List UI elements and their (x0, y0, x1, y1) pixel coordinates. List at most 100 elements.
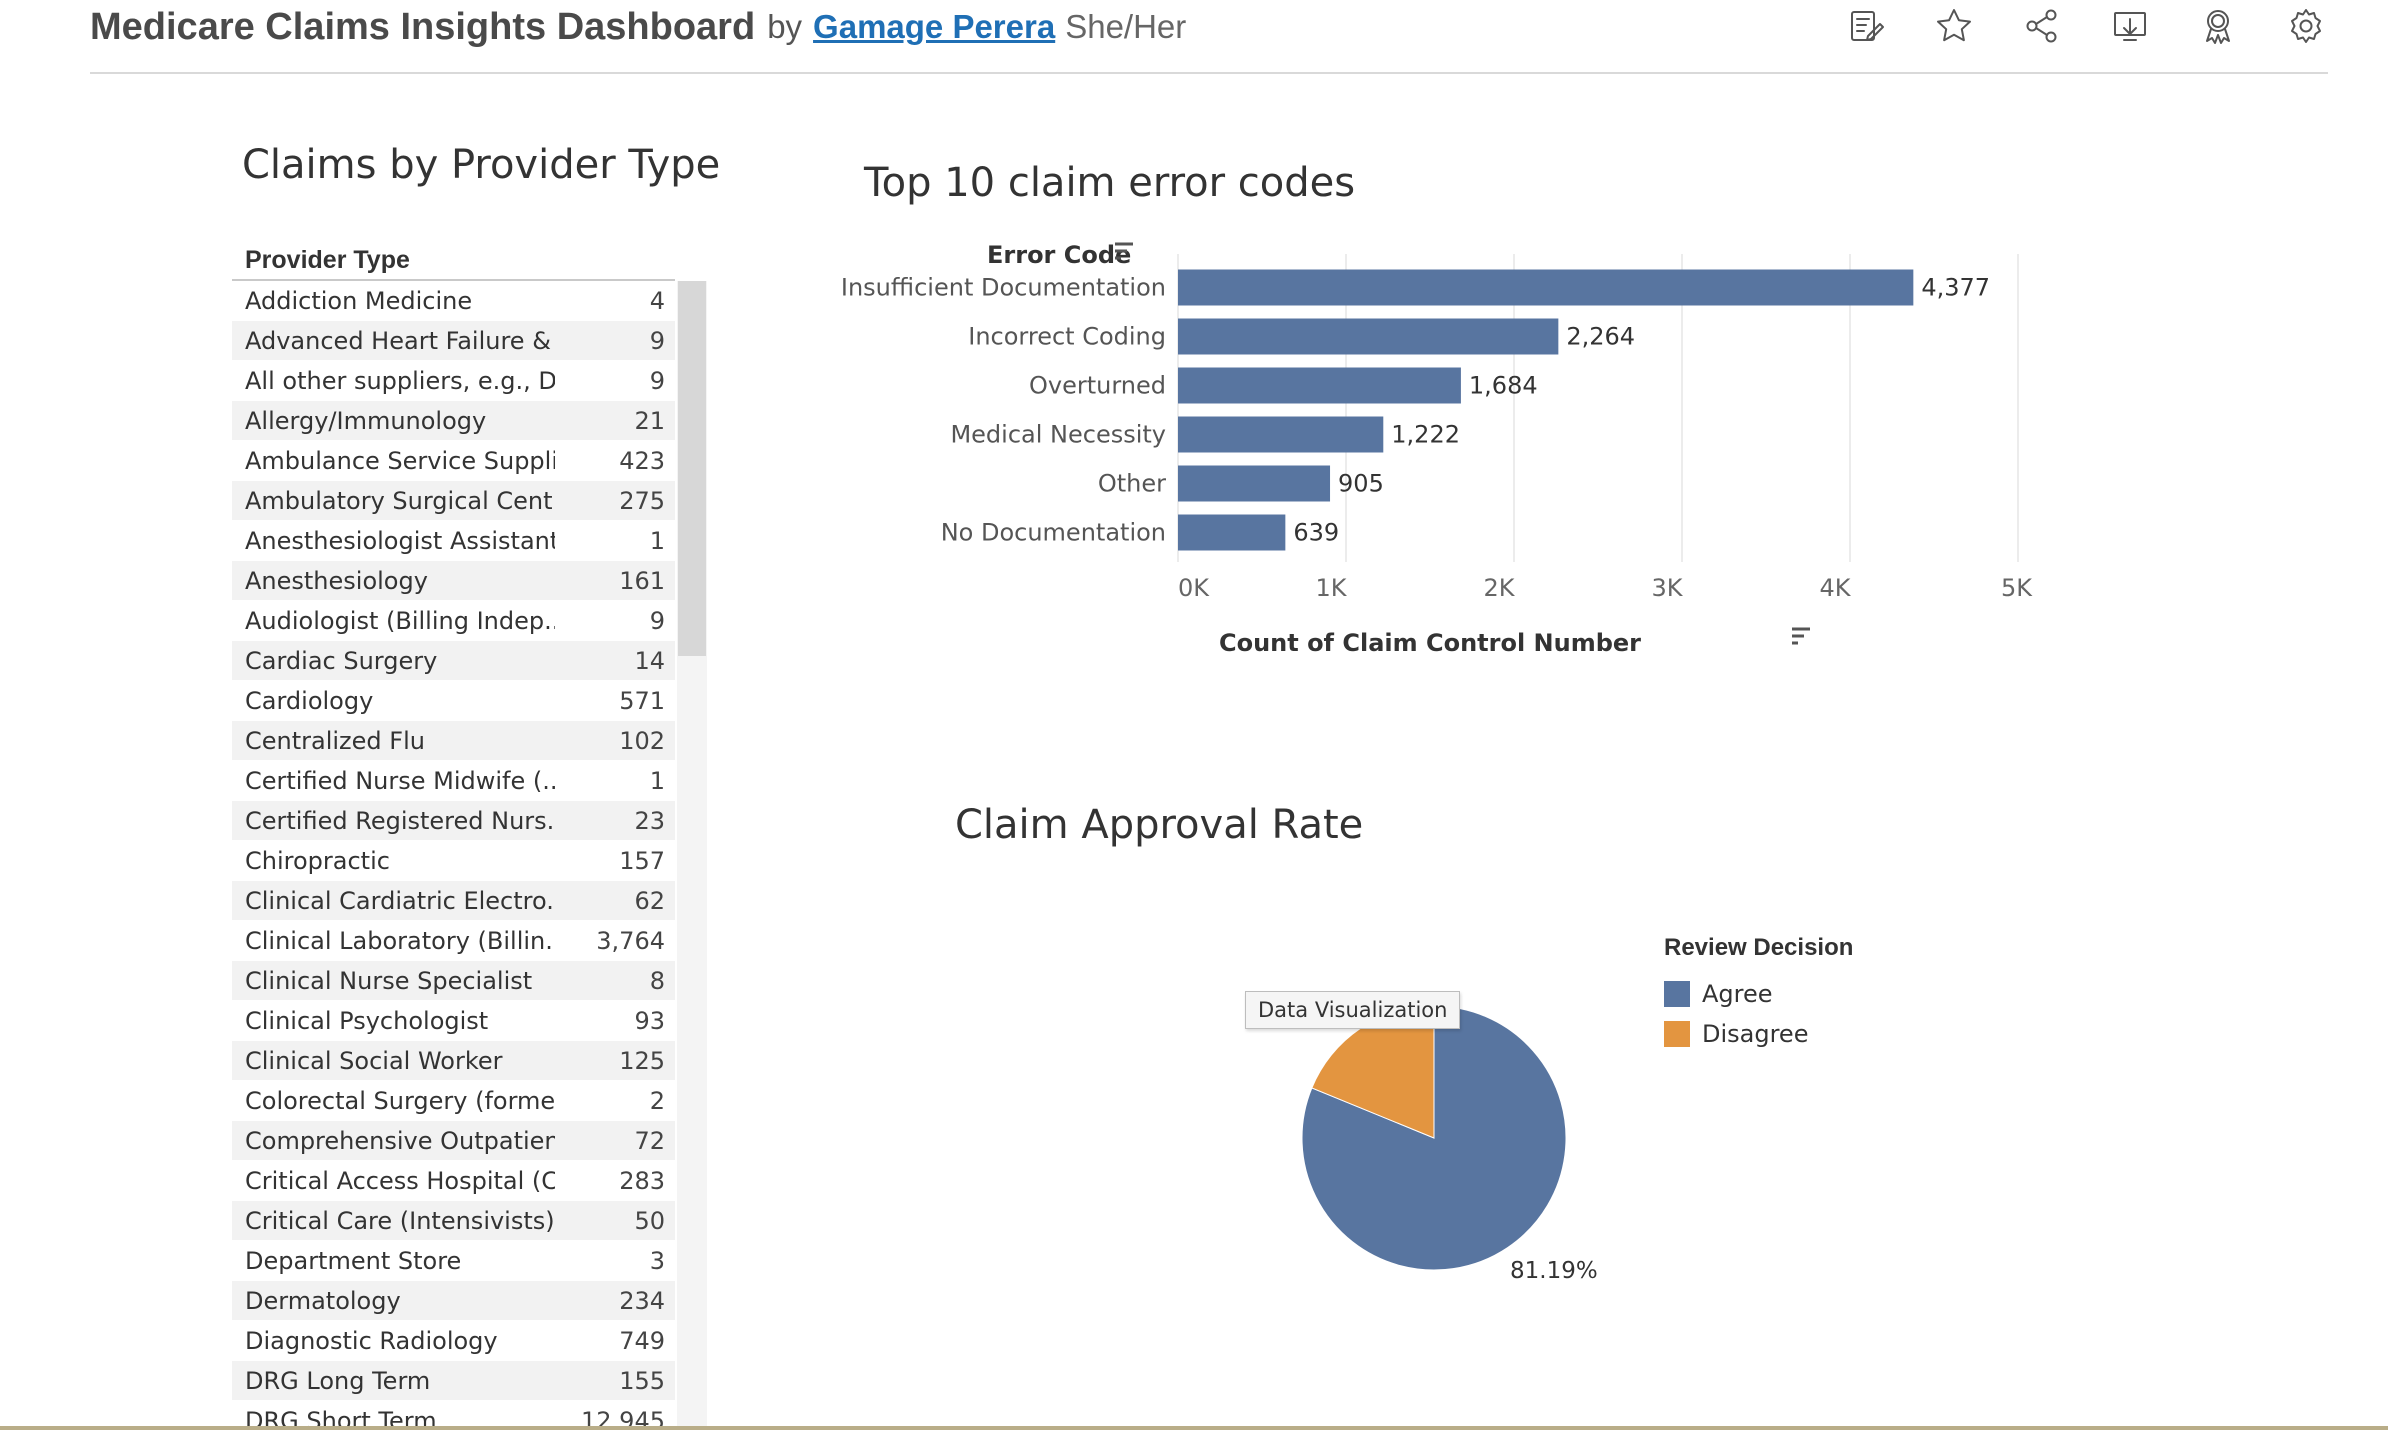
bar[interactable] (1178, 367, 1461, 404)
provider-type-column-header[interactable]: Provider Type (245, 246, 410, 275)
provider-type-name: Clinical Laboratory (Billin.. (245, 926, 555, 955)
provider-type-name: Certified Nurse Midwife (.. (245, 766, 555, 795)
table-row[interactable]: Critical Access Hospital (C.. 283 (232, 1161, 675, 1201)
x-tick-label: 3K (1651, 574, 1683, 602)
provider-type-name: Clinical Social Worker (245, 1046, 503, 1075)
award-icon[interactable] (2196, 4, 2240, 48)
bar[interactable] (1178, 318, 1559, 355)
author-pronouns: She/Her (1065, 8, 1187, 45)
table-row[interactable]: Certified Registered Nurs.. 23 (232, 801, 675, 841)
provider-claim-count: 234 (619, 1286, 665, 1315)
table-row[interactable]: Cardiac Surgery 14 (232, 641, 675, 681)
data-label: 4,377 (1921, 274, 1990, 302)
provider-claim-count: 23 (634, 806, 665, 835)
bar[interactable] (1178, 416, 1384, 453)
table-row[interactable]: Clinical Psychologist 93 (232, 1001, 675, 1041)
provider-claim-count: 161 (619, 566, 665, 595)
provider-claim-count: 62 (634, 886, 665, 915)
legend-item[interactable]: Agree (1664, 974, 1853, 1014)
legend-swatch (1664, 981, 1690, 1007)
table-row[interactable]: Addiction Medicine 4 (232, 281, 675, 321)
table-row[interactable]: All other suppliers, e.g., D.. 9 (232, 361, 675, 401)
edit-checklist-icon[interactable] (1844, 4, 1888, 48)
category-label: Insufficient Documentation (841, 274, 1166, 302)
provider-type-name: Audiologist (Billing Indep.. (245, 606, 555, 635)
table-row[interactable]: Critical Care (Intensivists) 50 (232, 1201, 675, 1241)
pie-chart-title: Claim Approval Rate (955, 802, 1364, 848)
table-row[interactable]: Anesthesiology 161 (232, 561, 675, 601)
provider-claim-count: 571 (619, 686, 665, 715)
table-row[interactable]: Certified Nurse Midwife (.. 1 (232, 761, 675, 801)
provider-type-name: Cardiac Surgery (245, 646, 438, 675)
table-row[interactable]: Ambulance Service Suppli.. 423 (232, 441, 675, 481)
table-row[interactable]: Clinical Laboratory (Billin.. 3,764 (232, 921, 675, 961)
provider-claim-count: 3 (649, 1246, 665, 1275)
table-row[interactable]: Centralized Flu 102 (232, 721, 675, 761)
provider-claim-count: 2 (649, 1086, 665, 1115)
table-row[interactable]: Dermatology 234 (232, 1281, 675, 1321)
y-axis-label[interactable]: Error Code (987, 241, 1131, 269)
provider-type-name: Department Store (245, 1246, 462, 1275)
provider-claim-count: 1 (649, 766, 665, 795)
x-tick-label: 2K (1483, 574, 1515, 602)
table-row[interactable]: Clinical Nurse Specialist 8 (232, 961, 675, 1001)
provider-type-name: DRG Long Term (245, 1366, 431, 1395)
provider-type-name: Clinical Nurse Specialist (245, 966, 533, 995)
bar[interactable] (1178, 465, 1331, 502)
category-label: Overturned (1029, 372, 1166, 400)
provider-type-name: Allergy/Immunology (245, 406, 487, 435)
provider-claim-count: 3,764 (596, 926, 665, 955)
table-row[interactable]: Comprehensive Outpatien.. 72 (232, 1121, 675, 1161)
table-row[interactable]: Diagnostic Radiology 749 (232, 1321, 675, 1361)
provider-table-title: Claims by Provider Type (242, 142, 721, 188)
table-row[interactable]: Cardiology 571 (232, 681, 675, 721)
bar[interactable] (1178, 269, 1914, 306)
table-row[interactable]: Department Store 3 (232, 1241, 675, 1281)
provider-claim-count: 157 (619, 846, 665, 875)
bar[interactable] (1178, 514, 1286, 551)
error-code-bar-chart[interactable]: Error Code Insufficient Documentation 4,37… (840, 230, 2040, 680)
provider-claim-count: 749 (619, 1326, 665, 1355)
table-row[interactable]: Colorectal Surgery (forme.. 2 (232, 1081, 675, 1121)
provider-claim-count: 93 (634, 1006, 665, 1035)
table-row[interactable]: Anesthesiologist Assistant 1 (232, 521, 675, 561)
provider-type-list[interactable]: Addiction Medicine 4 Advanced Heart Failur… (232, 281, 675, 1430)
table-row[interactable]: Advanced Heart Failure & .. 9 (232, 321, 675, 361)
x-tick-label: 4K (1819, 574, 1851, 602)
provider-claim-count: 72 (634, 1126, 665, 1155)
x-axis-label[interactable]: Count of Claim Control Number (1219, 629, 1641, 657)
x-tick-label: 5K (2001, 574, 2033, 602)
dashboard-header: Medicare Claims Insights Dashboard by Ga… (90, 0, 2328, 74)
approval-rate-pie-chart[interactable]: 81.19% (1280, 990, 1640, 1310)
table-row[interactable]: Audiologist (Billing Indep.. 9 (232, 601, 675, 641)
provider-claim-count: 102 (619, 726, 665, 755)
legend-item[interactable]: Disagree (1664, 1014, 1853, 1054)
provider-type-name: Comprehensive Outpatien.. (245, 1126, 555, 1155)
table-row[interactable]: Chiropractic 157 (232, 841, 675, 881)
table-row[interactable]: Clinical Social Worker 125 (232, 1041, 675, 1081)
bar-chart-title: Top 10 claim error codes (864, 160, 1356, 206)
star-icon[interactable] (1932, 4, 1976, 48)
provider-type-name: Certified Registered Nurs.. (245, 806, 555, 835)
author-link[interactable]: Gamage Perera (813, 8, 1055, 46)
provider-type-name: Critical Care (Intensivists) (245, 1206, 555, 1235)
table-row[interactable]: Allergy/Immunology 21 (232, 401, 675, 441)
provider-type-name: Critical Access Hospital (C.. (245, 1166, 555, 1195)
table-row[interactable]: Clinical Cardiatric Electro.. 62 (232, 881, 675, 921)
provider-list-scrollbar-thumb[interactable] (678, 281, 706, 656)
gear-icon[interactable] (2284, 4, 2328, 48)
provider-type-name: Colorectal Surgery (forme.. (245, 1086, 555, 1115)
table-row[interactable]: Ambulatory Surgical Cent.. 275 (232, 481, 675, 521)
title-row: Medicare Claims Insights Dashboard by Ga… (90, 0, 1186, 54)
share-icon[interactable] (2020, 4, 2064, 48)
data-label: 1,684 (1469, 372, 1538, 400)
provider-claim-count: 9 (649, 366, 665, 395)
provider-type-name: Dermatology (245, 1286, 401, 1315)
download-icon[interactable] (2108, 4, 2152, 48)
table-row[interactable]: DRG Long Term 155 (232, 1361, 675, 1401)
provider-type-name: Clinical Cardiatric Electro.. (245, 886, 555, 915)
provider-type-name: Diagnostic Radiology (245, 1326, 498, 1355)
category-label: Incorrect Coding (968, 323, 1166, 351)
provider-type-name: Cardiology (245, 686, 374, 715)
sort-icon[interactable] (1792, 627, 1810, 645)
